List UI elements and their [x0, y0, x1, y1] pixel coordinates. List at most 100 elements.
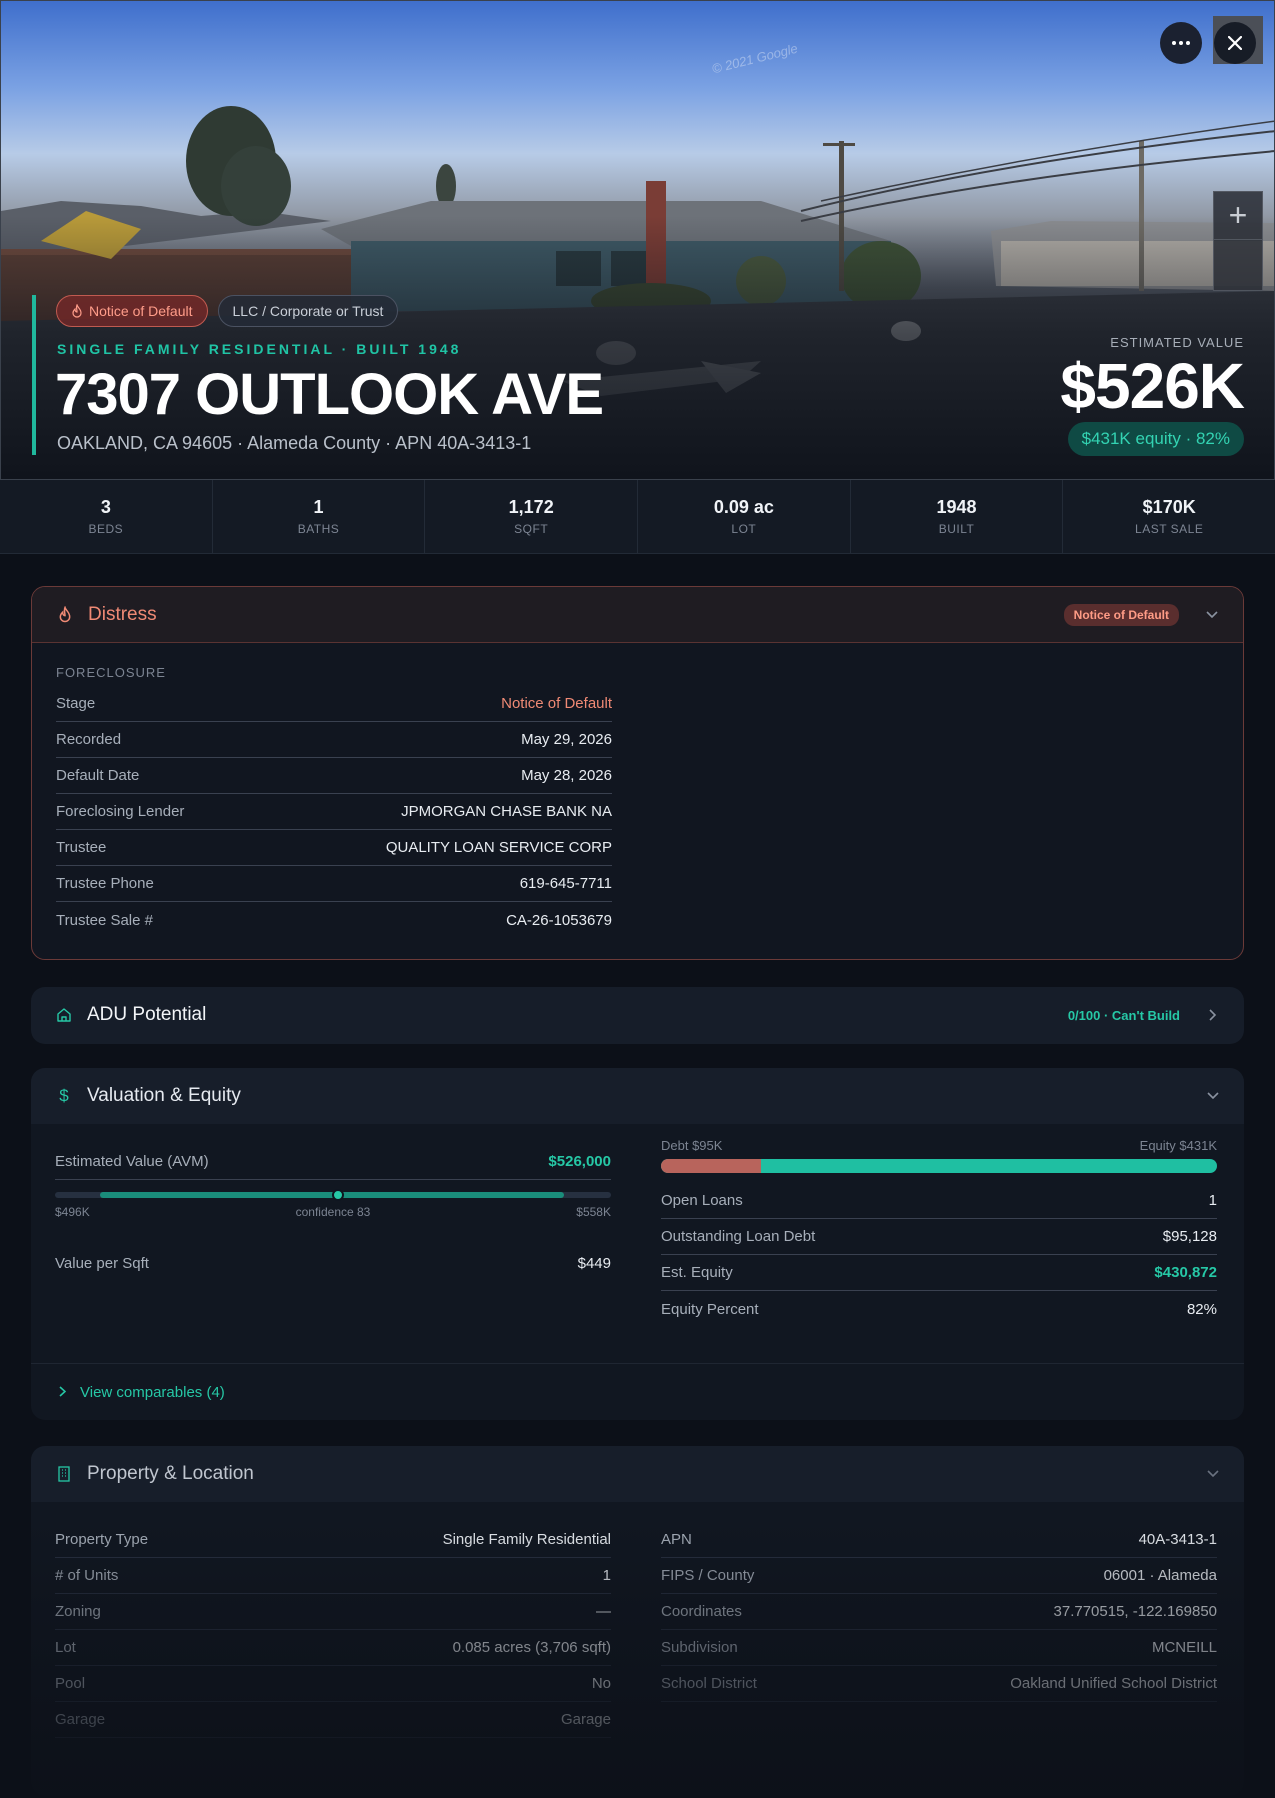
detail-key: Trustee Sale # — [56, 911, 153, 929]
stat-baths: 1 BATHS — [213, 480, 426, 553]
detail-row: Equity Percent 82% — [661, 1291, 1217, 1327]
equity-column: Debt $95K Equity $431K Open Loans 1 Outst… — [661, 1138, 1217, 1327]
detail-key: Trustee Phone — [56, 875, 154, 892]
stat-label: SQFT — [514, 522, 549, 536]
distress-header[interactable]: Distress Notice of Default — [32, 587, 1243, 643]
detail-row: Trustee Phone 619-645-7711 — [56, 866, 612, 902]
stat-label: BEDS — [88, 522, 124, 536]
detail-row: Coordinates 37.770515, -122.169850 — [661, 1594, 1217, 1630]
zoom-control: + — [1213, 191, 1263, 291]
zoom-in-button[interactable]: + — [1214, 192, 1262, 240]
detail-value: $430,872 — [1154, 1264, 1217, 1281]
detail-value: No — [591, 1675, 611, 1692]
detail-value: CA-26-1053679 — [506, 911, 612, 929]
hero-accent-bar — [32, 295, 36, 455]
more-options-button[interactable] — [1160, 22, 1202, 64]
adu-title: ADU Potential — [87, 1004, 207, 1025]
stat-last-sale: $170K LAST SALE — [1063, 480, 1275, 553]
detail-value: May 29, 2026 — [521, 731, 612, 748]
estimated-value: $526K — [1060, 350, 1245, 422]
chevron-down-icon[interactable] — [1206, 1089, 1220, 1103]
detail-value: 1 — [1208, 1192, 1217, 1209]
detail-value: May 28, 2026 — [521, 767, 612, 784]
range-high: $558K — [576, 1205, 611, 1219]
flame-icon — [56, 606, 74, 624]
range-confidence: confidence 83 — [295, 1205, 371, 1219]
avm-label: Estimated Value (AVM) — [55, 1153, 209, 1170]
valuation-title: Valuation & Equity — [87, 1085, 241, 1106]
detail-key: Trustee — [56, 839, 107, 856]
chevron-down-icon[interactable] — [1206, 1467, 1220, 1481]
close-icon — [1228, 36, 1242, 50]
equity-badge: $431K equity · 82% — [1067, 422, 1244, 456]
detail-key: Recorded — [56, 731, 122, 748]
property-header[interactable]: Property & Location — [31, 1446, 1244, 1502]
chevron-down-icon[interactable] — [1205, 608, 1219, 622]
equity-label: Equity $431K — [1139, 1138, 1217, 1153]
detail-row: Default Date May 28, 2026 — [56, 758, 612, 794]
stat-label: BATHS — [297, 522, 340, 536]
adu-score: 0/100 · Can't Build — [1067, 1007, 1180, 1023]
property-location-card: Property & Location Property Type Single … — [31, 1446, 1244, 1796]
property-meta: SINGLE FAMILY RESIDENTIAL · BUILT 1948 — [57, 341, 462, 357]
property-stats-bar: 3 BEDS 1 BATHS 1,172 SQFT 0.09 ac LOT 1948 BU… — [0, 480, 1275, 554]
detail-row: # of Units 1 — [55, 1558, 611, 1594]
zoom-in-icon: + — [1228, 197, 1248, 233]
detail-row: Trustee QUALITY LOAN SERVICE CORP — [56, 830, 612, 866]
stat-label: LAST SALE — [1135, 522, 1204, 536]
detail-row: FIPS / County 06001 · Alameda — [661, 1558, 1217, 1594]
debt-equity-labels: Debt $95K Equity $431K — [661, 1138, 1217, 1153]
adu-potential-card[interactable]: ADU Potential 0/100 · Can't Build — [31, 987, 1244, 1044]
vps-value: $449 — [577, 1255, 611, 1272]
notice-of-default-chip: Notice of Default — [56, 295, 208, 327]
detail-key: Default Date — [56, 767, 140, 784]
detail-value: Single Family Residential — [442, 1531, 611, 1548]
detail-value: QUALITY LOAN SERVICE CORP — [385, 839, 612, 856]
detail-value: JPMORGAN CHASE BANK NA — [401, 803, 612, 820]
detail-row: Pool No — [55, 1666, 611, 1702]
distress-status-badge: Notice of Default — [1063, 603, 1179, 626]
stat-beds: 3 BEDS — [0, 480, 213, 553]
view-comparables-button[interactable]: View comparables (4) — [31, 1363, 1244, 1420]
hero-photo: © 2021 Google + Notice of Default LLC / … — [0, 0, 1275, 480]
chevron-right-icon — [59, 1384, 67, 1400]
detail-key: Foreclosing Lender — [56, 803, 185, 820]
detail-value: Garage — [560, 1711, 611, 1728]
building-icon — [55, 1465, 73, 1483]
detail-row: APN 40A-3413-1 — [661, 1522, 1217, 1558]
stat-value: 3 — [100, 497, 111, 517]
detail-value: 40A-3413-1 — [1138, 1531, 1217, 1548]
home-icon — [55, 1006, 73, 1024]
close-button[interactable] — [1214, 22, 1256, 64]
detail-key: Stage — [56, 695, 96, 712]
detail-key: # of Units — [55, 1567, 119, 1584]
detail-key: Coordinates — [661, 1603, 742, 1620]
avm-range-labels: $496K confidence 83 $558K — [55, 1205, 611, 1219]
stat-label: LOT — [731, 522, 757, 536]
property-right-column: APN 40A-3413-1 FIPS / County 06001 · Alame… — [661, 1522, 1217, 1702]
range-low: $496K — [55, 1205, 90, 1219]
detail-value: 0.085 acres (3,706 sqft) — [452, 1639, 611, 1656]
distress-title: Distress — [88, 603, 157, 625]
valuation-header[interactable]: $ Valuation & Equity — [31, 1068, 1244, 1124]
foreclosure-details: Stage Notice of Default Recorded May 29, 2… — [56, 686, 612, 938]
stat-value: 1948 — [936, 497, 977, 517]
detail-key: Pool — [55, 1675, 86, 1692]
detail-key: Lot — [55, 1639, 76, 1656]
distress-card: Distress Notice of Default FORECLOSURE S… — [31, 586, 1244, 960]
detail-row: Est. Equity $430,872 — [661, 1255, 1217, 1291]
stat-label: BUILT — [938, 522, 975, 536]
owner-type-chip: LLC / Corporate or Trust — [217, 295, 399, 327]
detail-value: 37.770515, -122.169850 — [1053, 1603, 1217, 1620]
adu-header[interactable]: ADU Potential 0/100 · Can't Build — [31, 987, 1244, 1043]
chip-label: LLC / Corporate or Trust — [232, 303, 384, 319]
detail-value: — — [596, 1603, 611, 1620]
detail-row: Outstanding Loan Debt $95,128 — [661, 1219, 1217, 1255]
stat-value: 0.09 ac — [713, 497, 774, 517]
avm-range-marker — [332, 1189, 344, 1201]
property-address: 7307 OUTLOOK AVE — [55, 362, 604, 427]
valuation-equity-card: $ Valuation & Equity Estimated Value (AV… — [31, 1068, 1244, 1420]
chevron-right-icon[interactable] — [1206, 1008, 1220, 1022]
detail-row: Foreclosing Lender JPMORGAN CHASE BANK NA — [56, 794, 612, 830]
stat-lot: 0.09 ac LOT — [638, 480, 851, 553]
